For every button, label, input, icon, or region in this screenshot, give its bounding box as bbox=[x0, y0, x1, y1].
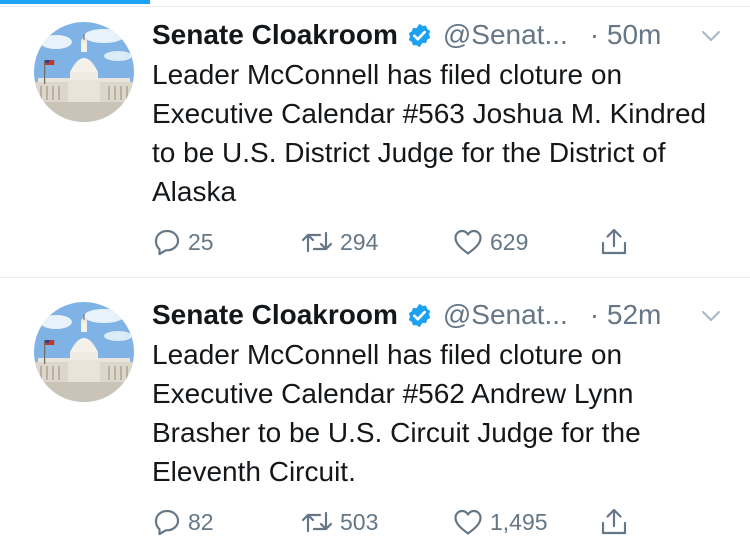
retweet-button[interactable]: 294 bbox=[300, 222, 378, 262]
user-handle[interactable]: @Senat... bbox=[443, 19, 568, 51]
tweet-timestamp[interactable]: · 50m bbox=[590, 19, 662, 51]
reply-count: 25 bbox=[188, 228, 214, 255]
retweet-icon bbox=[300, 227, 334, 257]
tweet-header: Senate Cloakroom @Senat... · 50m bbox=[152, 14, 722, 56]
share-icon bbox=[598, 226, 630, 258]
retweet-button[interactable]: 503 bbox=[300, 502, 378, 542]
like-count: 1,495 bbox=[490, 508, 548, 535]
reply-button[interactable]: 25 bbox=[152, 222, 214, 262]
reply-icon bbox=[152, 227, 182, 257]
retweet-count: 294 bbox=[340, 228, 379, 255]
like-button[interactable]: 629 bbox=[452, 222, 528, 262]
heart-icon bbox=[452, 227, 484, 257]
share-button[interactable] bbox=[598, 222, 630, 262]
avatar[interactable] bbox=[34, 302, 134, 402]
retweet-icon bbox=[300, 507, 334, 537]
display-name[interactable]: Senate Cloakroom bbox=[152, 19, 398, 51]
tweet-text: Leader McConnell has filed cloture on Ex… bbox=[152, 59, 707, 207]
tweet[interactable]: Senate Cloakroom @Senat... · 52m Leader … bbox=[0, 280, 750, 558]
reply-button[interactable]: 82 bbox=[152, 502, 214, 542]
retweet-count: 503 bbox=[340, 508, 379, 535]
share-icon bbox=[598, 506, 630, 538]
tweet[interactable]: Senate Cloakroom @Senat... · 50m Leader … bbox=[0, 0, 750, 278]
tweet-timestamp[interactable]: · 52m bbox=[590, 299, 662, 331]
verified-badge-icon bbox=[406, 22, 433, 49]
share-button[interactable] bbox=[598, 502, 630, 542]
chevron-down-icon[interactable] bbox=[700, 305, 722, 327]
chevron-down-icon[interactable] bbox=[700, 25, 722, 47]
like-button[interactable]: 1,495 bbox=[452, 502, 548, 542]
tweet-actions: 82 503 1,495 bbox=[152, 502, 652, 542]
verified-badge-icon bbox=[406, 302, 433, 329]
avatar[interactable] bbox=[34, 22, 134, 122]
reply-count: 82 bbox=[188, 508, 214, 535]
heart-icon bbox=[452, 507, 484, 537]
user-handle[interactable]: @Senat... bbox=[443, 299, 568, 331]
tweet-header: Senate Cloakroom @Senat... · 52m bbox=[152, 294, 722, 336]
tweet-text: Leader McConnell has filed cloture on Ex… bbox=[152, 339, 641, 487]
display-name[interactable]: Senate Cloakroom bbox=[152, 299, 398, 331]
reply-icon bbox=[152, 507, 182, 537]
like-count: 629 bbox=[490, 228, 529, 255]
tweet-actions: 25 294 629 bbox=[152, 222, 652, 262]
